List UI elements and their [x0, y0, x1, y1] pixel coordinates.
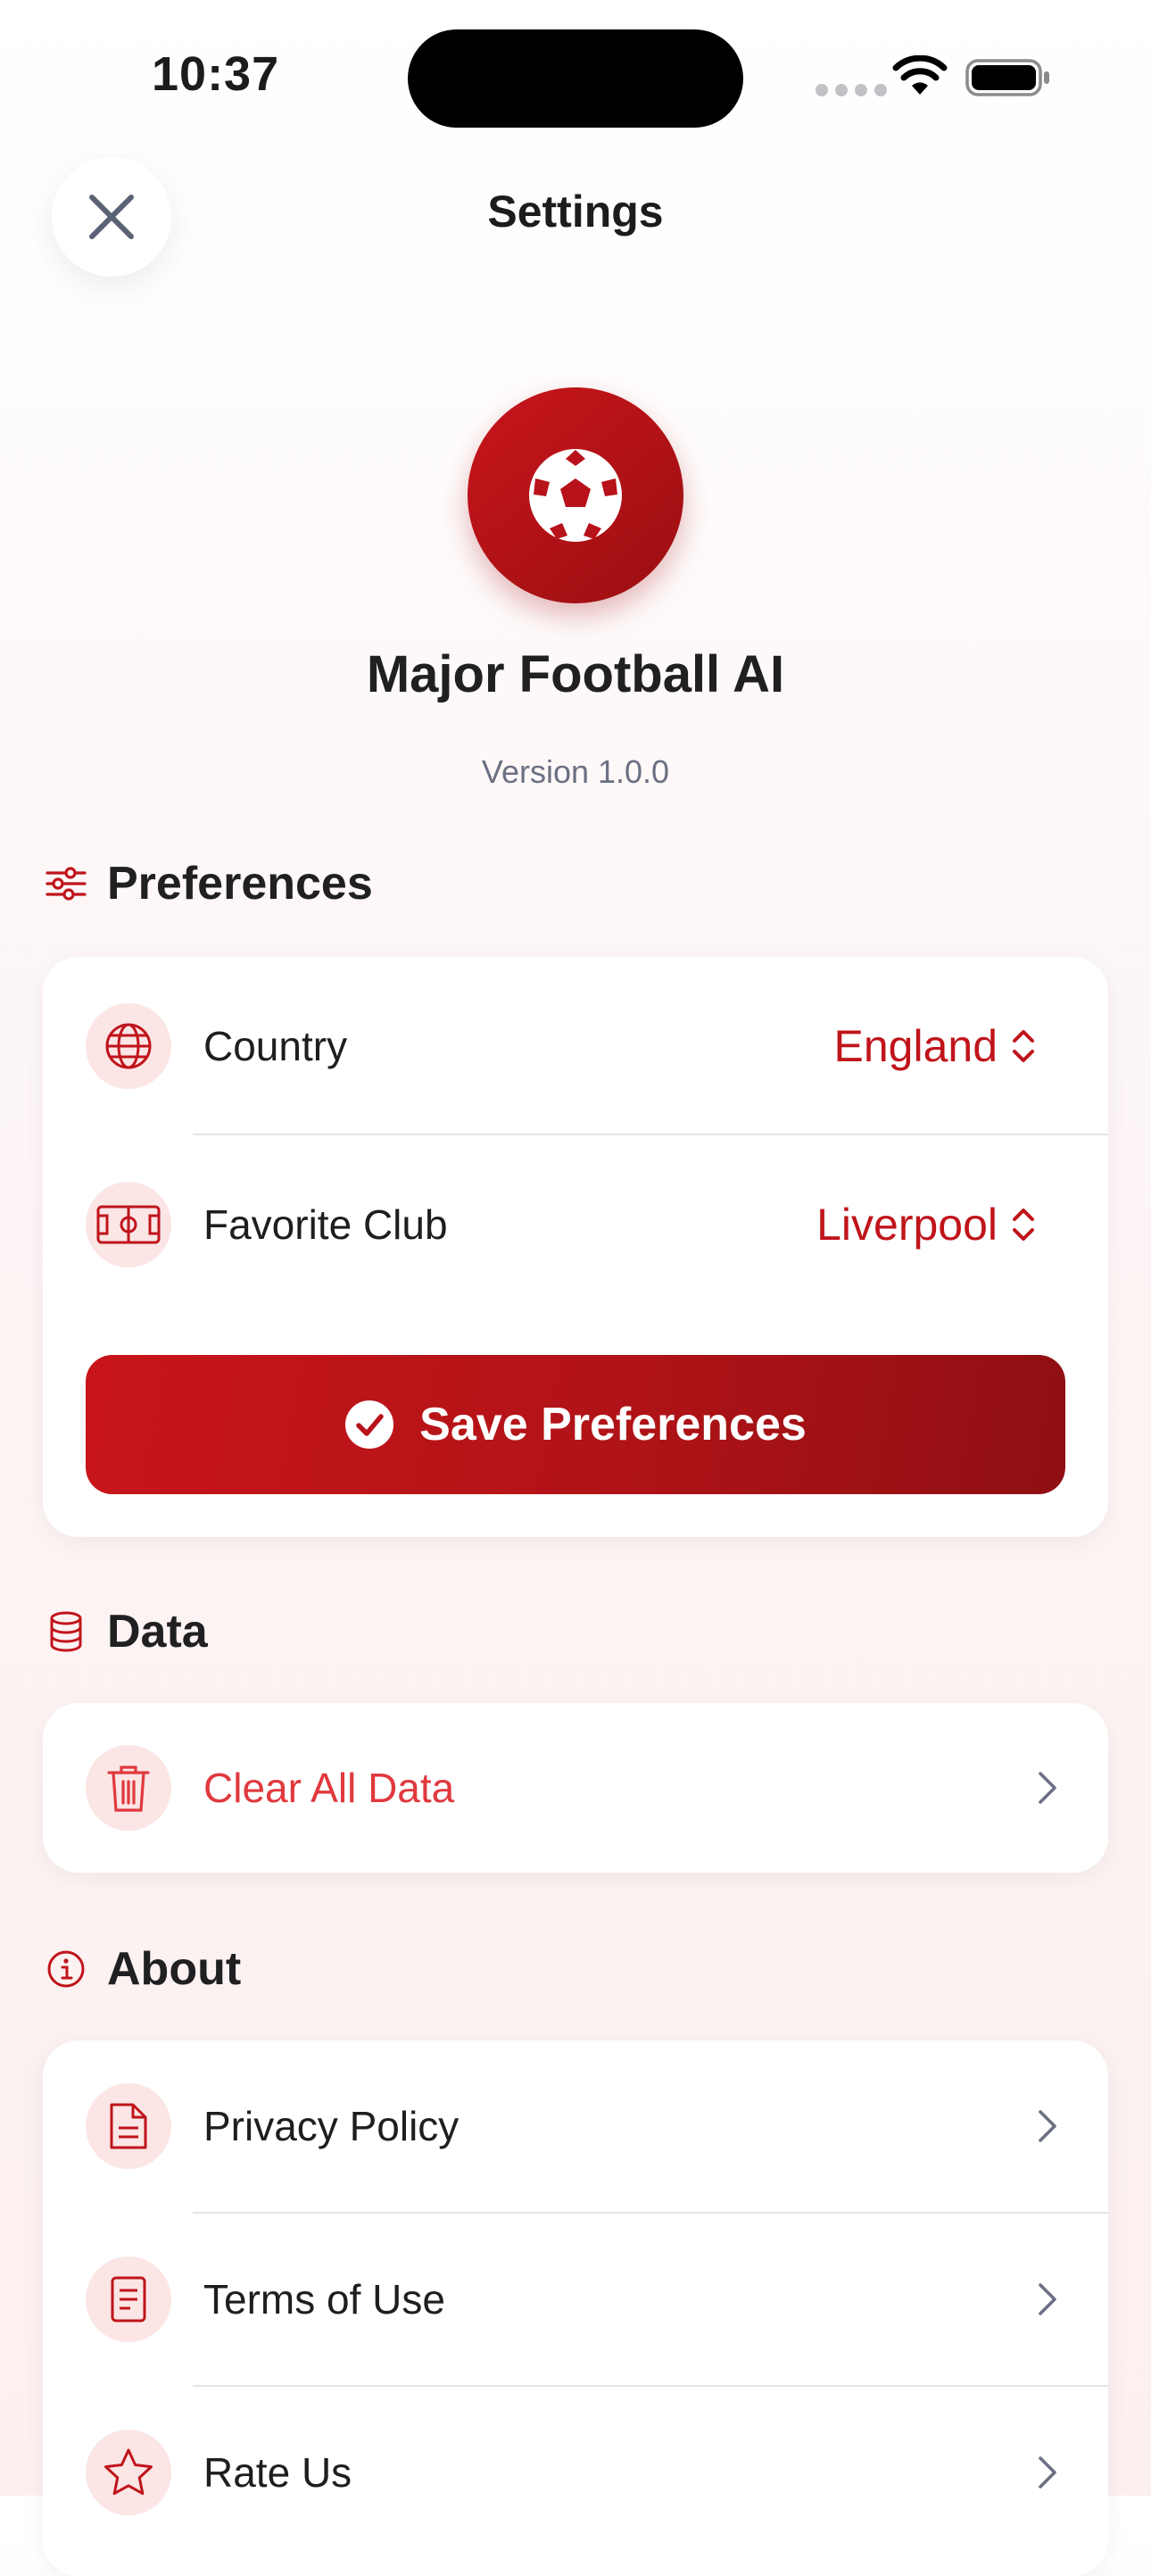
document-icon: [86, 2083, 171, 2169]
star-icon: [86, 2430, 171, 2515]
app-name: Major Football AI: [366, 645, 785, 703]
terms-icon: [86, 2256, 171, 2342]
chevron-right-icon: [1030, 1770, 1065, 1806]
clear-all-data-row[interactable]: Clear All Data: [43, 1703, 1108, 1873]
battery-icon: [965, 59, 1049, 96]
trash-icon: [86, 1745, 171, 1831]
status-bar: 10:37: [0, 0, 1151, 152]
chevron-right-icon: [1030, 2455, 1065, 2490]
section-label-data: Data: [107, 1606, 208, 1658]
privacy-policy-label: Privacy Policy: [203, 2103, 460, 2149]
wifi-icon: [892, 55, 948, 95]
chevron-up-down-icon: [1013, 1209, 1034, 1241]
country-row[interactable]: Country England: [43, 957, 1108, 1135]
favorite-club-value: Liverpool: [816, 1200, 998, 1250]
dynamic-island: [408, 29, 743, 128]
privacy-policy-row[interactable]: Privacy Policy: [43, 2040, 1108, 2212]
about-card: Privacy Policy Terms of Use Rate Us: [43, 2040, 1108, 2576]
signal-icon: [816, 84, 887, 96]
checkmark-circle-icon: [345, 1400, 394, 1449]
page-title: Settings: [487, 187, 664, 237]
rate-us-row[interactable]: Rate Us: [43, 2387, 1108, 2558]
soccer-ball-icon: [529, 449, 622, 542]
section-label-about: About: [107, 1943, 242, 1995]
pitch-icon: [86, 1182, 171, 1267]
favorite-club-row[interactable]: Favorite Club Liverpool: [43, 1135, 1108, 1314]
country-picker[interactable]: England: [834, 1020, 1038, 1072]
section-header-data: Data: [45, 1596, 208, 1667]
globe-icon: [86, 1003, 171, 1089]
terms-of-use-row[interactable]: Terms of Use: [43, 2214, 1108, 2385]
terms-of-use-label: Terms of Use: [203, 2276, 445, 2323]
section-label-preferences: Preferences: [107, 858, 373, 910]
save-preferences-button[interactable]: Save Preferences: [86, 1355, 1065, 1494]
rate-us-label: Rate Us: [203, 2449, 352, 2496]
favorite-club-picker[interactable]: Liverpool: [816, 1199, 1037, 1251]
info-icon: [45, 1948, 87, 1990]
data-card: Clear All Data: [43, 1703, 1108, 1873]
app-version: Version 1.0.0: [481, 753, 670, 790]
chevron-right-icon: [1030, 2108, 1065, 2144]
favorite-club-label: Favorite Club: [203, 1201, 448, 1248]
section-header-about: About: [45, 1933, 241, 2005]
country-value: England: [833, 1021, 998, 1071]
country-label: Country: [203, 1023, 348, 1069]
database-icon: [45, 1610, 87, 1653]
sliders-icon: [45, 862, 87, 905]
chevron-up-down-icon: [1013, 1030, 1034, 1062]
preferences-card: Country England Favorite Club Liverpool: [43, 957, 1108, 1537]
status-time: 10:37: [152, 47, 280, 101]
clear-all-data-label: Clear All Data: [203, 1765, 455, 1811]
section-header-preferences: Preferences: [45, 848, 373, 919]
chevron-right-icon: [1030, 2281, 1065, 2317]
app-logo: [468, 387, 683, 603]
save-preferences-label: Save Preferences: [419, 1399, 807, 1450]
